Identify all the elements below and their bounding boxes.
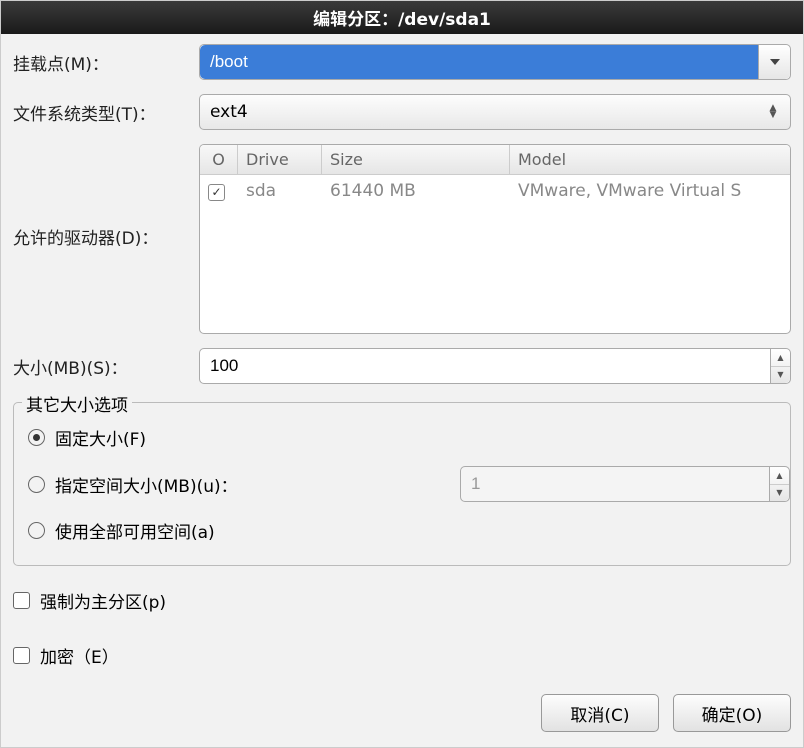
table-row[interactable]: ✓ sda 61440 MB VMware, VMware Virtual S — [200, 175, 790, 207]
force-primary-label: 强制为主分区(p) — [40, 588, 166, 613]
window-titlebar: 编辑分区：/dev/sda1 — [1, 1, 803, 34]
mount-point-combo[interactable] — [199, 44, 791, 80]
specify-size-spinbox: ▲ ▼ — [460, 466, 790, 502]
header-check[interactable]: O — [200, 145, 238, 174]
chevron-down-icon — [770, 59, 780, 65]
size-input[interactable] — [200, 349, 770, 383]
drive-name-cell: sda — [238, 181, 322, 201]
drive-model-cell: VMware, VMware Virtual S — [510, 181, 790, 201]
specify-spin-down: ▼ — [770, 485, 789, 502]
force-primary-checkbox[interactable] — [13, 592, 30, 609]
fill-space-radio[interactable] — [28, 522, 45, 539]
specify-size-radio[interactable] — [28, 476, 45, 493]
encrypt-row[interactable]: 加密（E） — [13, 635, 791, 676]
mount-point-dropdown-button[interactable] — [758, 45, 790, 79]
fs-type-select[interactable]: ext4 ▲▼ — [199, 94, 791, 130]
updown-icon: ▲▼ — [766, 105, 780, 119]
header-model[interactable]: Model — [510, 145, 790, 174]
encrypt-checkbox[interactable] — [13, 647, 30, 664]
header-size[interactable]: Size — [322, 145, 510, 174]
allowed-drives-table[interactable]: O Drive Size Model ✓ sda 61440 MB VMware… — [199, 144, 791, 334]
fs-type-label: 文件系统类型(T)： — [13, 100, 191, 125]
size-label: 大小(MB)(S)： — [13, 354, 191, 379]
size-spin-down[interactable]: ▼ — [771, 367, 790, 384]
specify-size-input — [461, 467, 769, 501]
force-primary-row[interactable]: 强制为主分区(p) — [13, 580, 791, 621]
drive-row-checkbox[interactable]: ✓ — [208, 184, 225, 201]
cancel-button[interactable]: 取消(C) — [541, 694, 659, 732]
size-spin-up[interactable]: ▲ — [771, 349, 790, 367]
window-title: 编辑分区：/dev/sda1 — [313, 10, 491, 30]
size-options-legend: 其它大小选项 — [22, 391, 132, 416]
table-header: O Drive Size Model — [200, 145, 790, 175]
specify-size-label: 指定空间大小(MB)(u)： — [55, 472, 450, 497]
fill-space-label: 使用全部可用空间(a) — [55, 518, 215, 543]
button-bar: 取消(C) 确定(O) — [13, 690, 791, 732]
header-drive[interactable]: Drive — [238, 145, 322, 174]
drive-size-cell: 61440 MB — [322, 181, 510, 201]
fixed-size-radio-row[interactable]: 固定大小(F) — [28, 417, 776, 458]
allowed-drives-label: 允许的驱动器(D)： — [13, 144, 191, 249]
mount-point-input[interactable] — [200, 45, 758, 79]
encrypt-label: 加密（E） — [40, 643, 119, 668]
size-spinbox[interactable]: ▲ ▼ — [199, 348, 791, 384]
edit-partition-dialog: 编辑分区：/dev/sda1 挂载点(M)： 文件系统类型(T)： ext4 — [0, 0, 804, 748]
size-options-fieldset: 其它大小选项 固定大小(F) 指定空间大小(MB)(u)： ▲ ▼ 使用 — [13, 402, 791, 566]
fixed-size-radio[interactable] — [28, 429, 45, 446]
fill-space-radio-row[interactable]: 使用全部可用空间(a) — [28, 510, 776, 551]
mount-point-label: 挂载点(M)： — [13, 50, 191, 75]
fixed-size-label: 固定大小(F) — [55, 425, 146, 450]
specify-spin-up: ▲ — [770, 467, 789, 485]
fs-type-value: ext4 — [210, 102, 248, 122]
ok-button[interactable]: 确定(O) — [673, 694, 791, 732]
dialog-content: 挂载点(M)： 文件系统类型(T)： ext4 ▲▼ — [1, 34, 803, 747]
